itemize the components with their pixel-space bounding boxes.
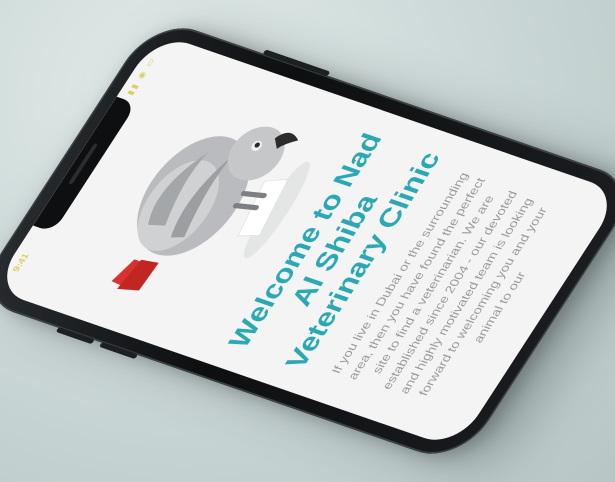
- speaker-icon: [68, 143, 98, 185]
- volume-up-button: [55, 326, 95, 345]
- phone-device: 9:41 ▮▮ ◉ ▭ Welcome to Nad Al Shiba Vete…: [0, 16, 615, 466]
- phone-screen: 9:41 ▮▮ ◉ ▭ Welcome to Nad Al Shiba Vete…: [0, 33, 615, 449]
- status-time: 9:41: [11, 252, 32, 274]
- status-icons: ▮▮ ◉ ▭: [125, 55, 159, 97]
- volume-down-button: [98, 341, 139, 360]
